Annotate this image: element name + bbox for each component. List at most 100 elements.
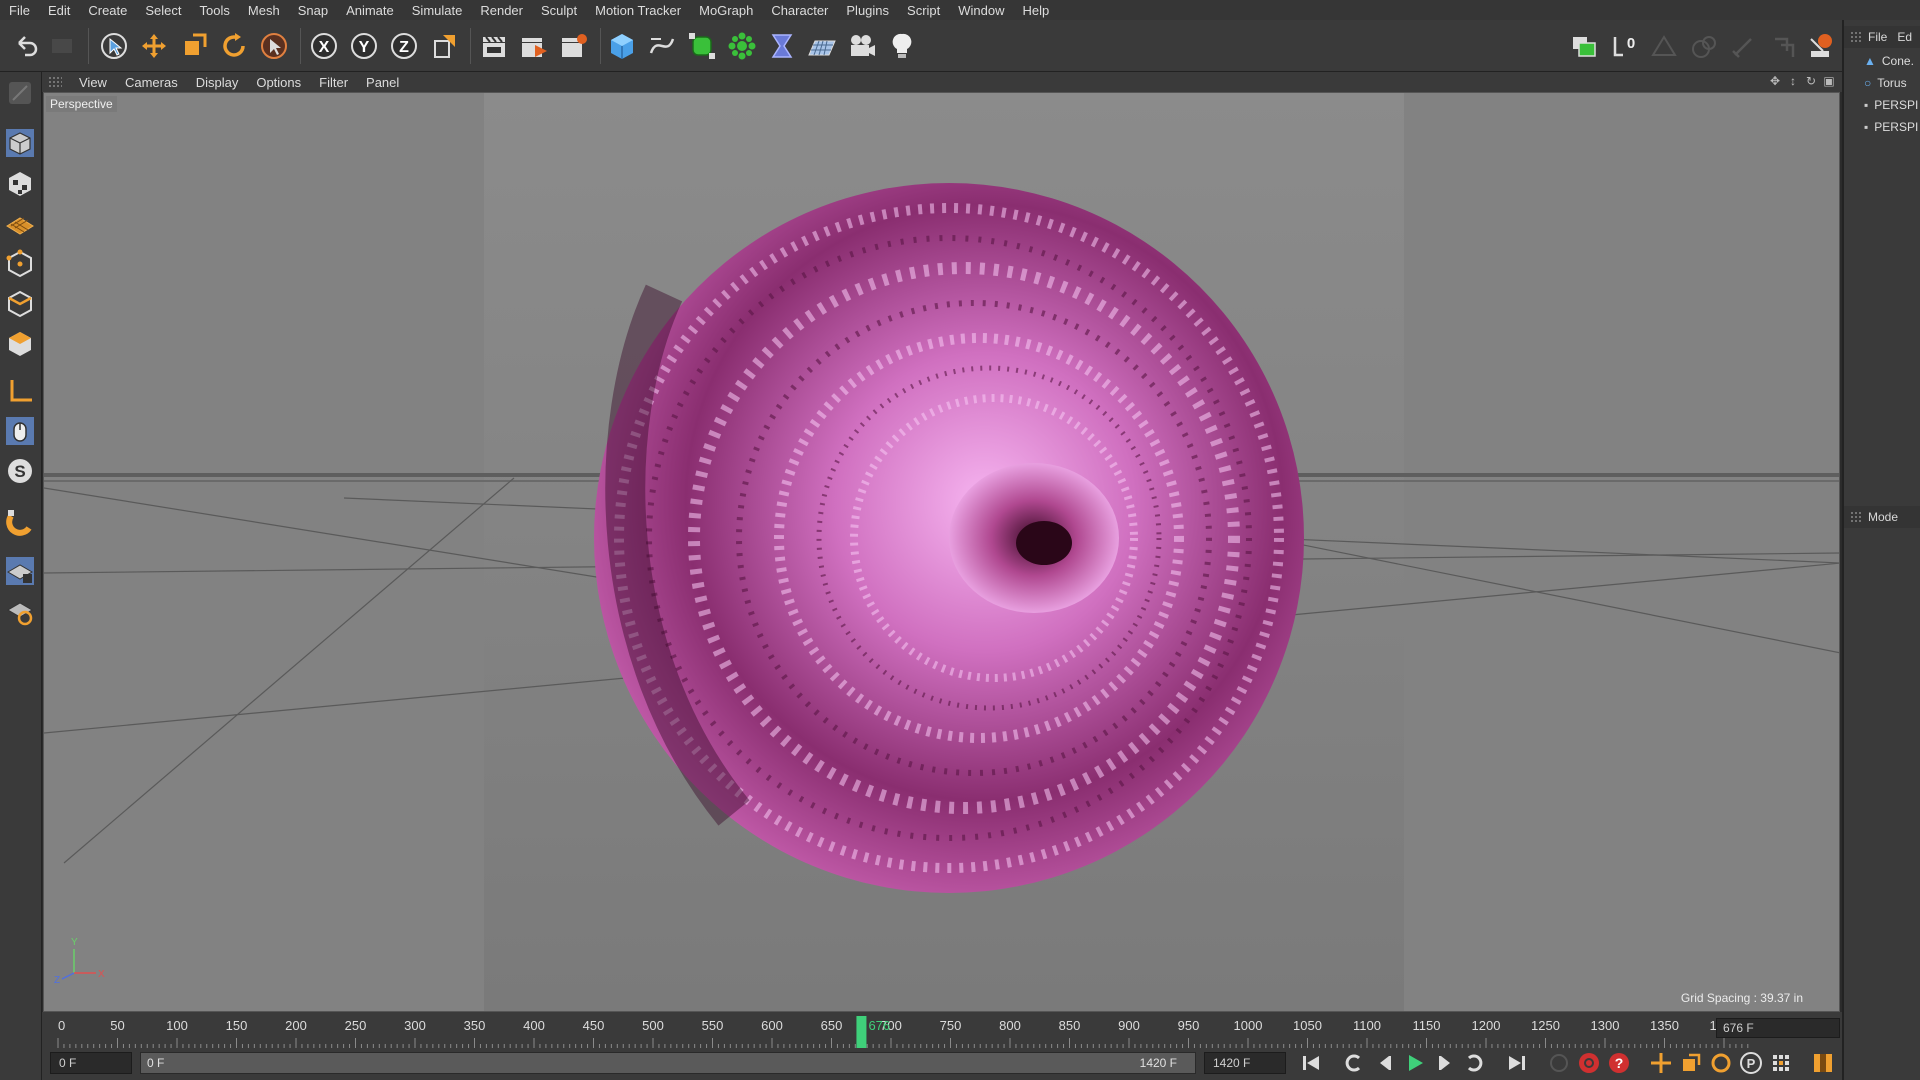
playhead-marker[interactable] <box>856 1016 867 1052</box>
object-row-camera-1[interactable]: ▪ PERSPI <box>1864 98 1918 112</box>
timeline-layout-button[interactable] <box>1808 1048 1838 1078</box>
menu-snap[interactable]: Snap <box>289 3 337 18</box>
undo-button[interactable] <box>8 29 44 63</box>
magnet-tool-button[interactable] <box>2 504 38 538</box>
record-keys-button[interactable] <box>1544 1048 1574 1078</box>
render-settings-button[interactable] <box>556 29 592 63</box>
scale-tool-button[interactable] <box>176 29 212 63</box>
panel-grip-icon[interactable] <box>1850 511 1862 523</box>
torus-object[interactable] <box>594 183 1304 893</box>
previous-key-button[interactable] <box>1338 1048 1368 1078</box>
coordinate-system-button[interactable] <box>426 29 462 63</box>
floor-button[interactable] <box>804 29 840 63</box>
render-view-button[interactable] <box>476 29 512 63</box>
orbit-icon[interactable]: ↻ <box>1804 74 1818 88</box>
model-mode-button[interactable] <box>2 126 38 160</box>
current-frame-display[interactable]: 676 F <box>1716 1018 1840 1038</box>
locked-workplane-button[interactable] <box>2 554 38 588</box>
pan-icon[interactable]: ✥ <box>1768 74 1782 88</box>
dolly-icon[interactable]: ↕ <box>1786 74 1800 88</box>
menu-script[interactable]: Script <box>898 3 949 18</box>
quantize-button[interactable] <box>1686 29 1722 63</box>
viewport-menu-panel[interactable]: Panel <box>357 75 408 90</box>
workplane-mode-button[interactable] <box>2 206 38 240</box>
attributes-menu-mode[interactable]: Mode <box>1868 510 1898 524</box>
menu-help[interactable]: Help <box>1014 3 1059 18</box>
planar-workplane-button[interactable] <box>2 594 38 628</box>
record-rotation-button[interactable] <box>1706 1048 1736 1078</box>
camera-button[interactable] <box>844 29 880 63</box>
object-row-cone[interactable]: ▲ Cone. <box>1864 54 1914 68</box>
menu-mograph[interactable]: MoGraph <box>690 3 762 18</box>
play-button[interactable] <box>1400 1048 1430 1078</box>
viewport-menu-view[interactable]: View <box>70 75 116 90</box>
render-to-picture-viewer-button[interactable] <box>516 29 552 63</box>
snap-settings-button[interactable] <box>1566 29 1602 63</box>
record-parameter-button[interactable]: P <box>1736 1048 1766 1078</box>
maximize-view-icon[interactable]: ▣ <box>1822 74 1836 88</box>
menu-mesh[interactable]: Mesh <box>239 3 289 18</box>
next-frame-button[interactable] <box>1430 1048 1460 1078</box>
tweak-mode-button[interactable] <box>1766 29 1802 63</box>
soft-selection-button[interactable] <box>1802 29 1838 63</box>
object-menu-edit[interactable]: Ed <box>1897 30 1912 44</box>
points-mode-button[interactable] <box>2 246 38 280</box>
next-key-button[interactable] <box>1460 1048 1490 1078</box>
current-frame-field[interactable]: 0 F <box>50 1052 132 1074</box>
menu-select[interactable]: Select <box>136 3 190 18</box>
subdivision-surface-button[interactable] <box>684 29 720 63</box>
viewport-menu-cameras[interactable]: Cameras <box>116 75 187 90</box>
y-axis-lock-button[interactable]: Y <box>346 29 382 63</box>
panel-grip-icon[interactable] <box>1850 31 1862 43</box>
axis-mode-button[interactable] <box>1726 29 1762 63</box>
edges-mode-button[interactable] <box>2 286 38 320</box>
record-position-button[interactable] <box>1646 1048 1676 1078</box>
redo-button[interactable] <box>44 29 80 63</box>
menu-simulate[interactable]: Simulate <box>403 3 472 18</box>
menu-tools[interactable]: Tools <box>191 3 239 18</box>
move-tool-button[interactable] <box>136 29 172 63</box>
menu-edit[interactable]: Edit <box>39 3 79 18</box>
record-scale-button[interactable] <box>1676 1048 1706 1078</box>
make-editable-button[interactable] <box>2 76 38 110</box>
panel-grip-icon[interactable] <box>48 76 62 88</box>
keyframe-selection-button[interactable]: ? <box>1604 1048 1634 1078</box>
menu-window[interactable]: Window <box>949 3 1013 18</box>
previous-frame-button[interactable] <box>1370 1048 1400 1078</box>
object-menu-file[interactable]: File <box>1868 30 1887 44</box>
object-row-torus[interactable]: ○ Torus <box>1864 76 1907 90</box>
layer-button[interactable]: 0 <box>1606 29 1642 63</box>
snap-toggle-button[interactable]: S <box>2 454 38 488</box>
workplane-button[interactable] <box>1646 29 1682 63</box>
polygons-mode-button[interactable] <box>2 326 38 360</box>
autokeying-button[interactable] <box>1574 1048 1604 1078</box>
cube-object-button[interactable] <box>604 29 640 63</box>
menu-render[interactable]: Render <box>471 3 532 18</box>
record-point-level-button[interactable] <box>1766 1048 1796 1078</box>
recent-tool-button[interactable] <box>256 29 292 63</box>
viewport-menu-display[interactable]: Display <box>187 75 248 90</box>
cloner-button[interactable] <box>724 29 760 63</box>
menu-sculpt[interactable]: Sculpt <box>532 3 586 18</box>
viewport-camera-label[interactable]: Perspective <box>46 96 117 112</box>
live-selection-button[interactable] <box>96 29 132 63</box>
z-axis-lock-button[interactable]: Z <box>386 29 422 63</box>
menu-plugins[interactable]: Plugins <box>837 3 898 18</box>
x-axis-lock-button[interactable]: X <box>306 29 342 63</box>
menu-create[interactable]: Create <box>79 3 136 18</box>
viewport-menu-options[interactable]: Options <box>247 75 310 90</box>
tweak-side-button[interactable] <box>2 414 38 448</box>
axis-mode-side-button[interactable] <box>2 374 38 408</box>
deformer-button[interactable] <box>764 29 800 63</box>
object-row-camera-2[interactable]: ▪ PERSPI <box>1864 120 1918 134</box>
spline-pen-button[interactable] <box>644 29 680 63</box>
menu-animate[interactable]: Animate <box>337 3 403 18</box>
texture-mode-button[interactable] <box>2 166 38 200</box>
end-frame-field[interactable]: 1420 F <box>1204 1052 1286 1074</box>
menu-motion-tracker[interactable]: Motion Tracker <box>586 3 690 18</box>
perspective-viewport[interactable]: Y X Z Perspective Grid Spacing : 39.37 i… <box>43 92 1840 1012</box>
menu-character[interactable]: Character <box>762 3 837 18</box>
rotate-tool-button[interactable] <box>216 29 252 63</box>
menu-file[interactable]: File <box>0 3 39 18</box>
viewport-menu-filter[interactable]: Filter <box>310 75 357 90</box>
